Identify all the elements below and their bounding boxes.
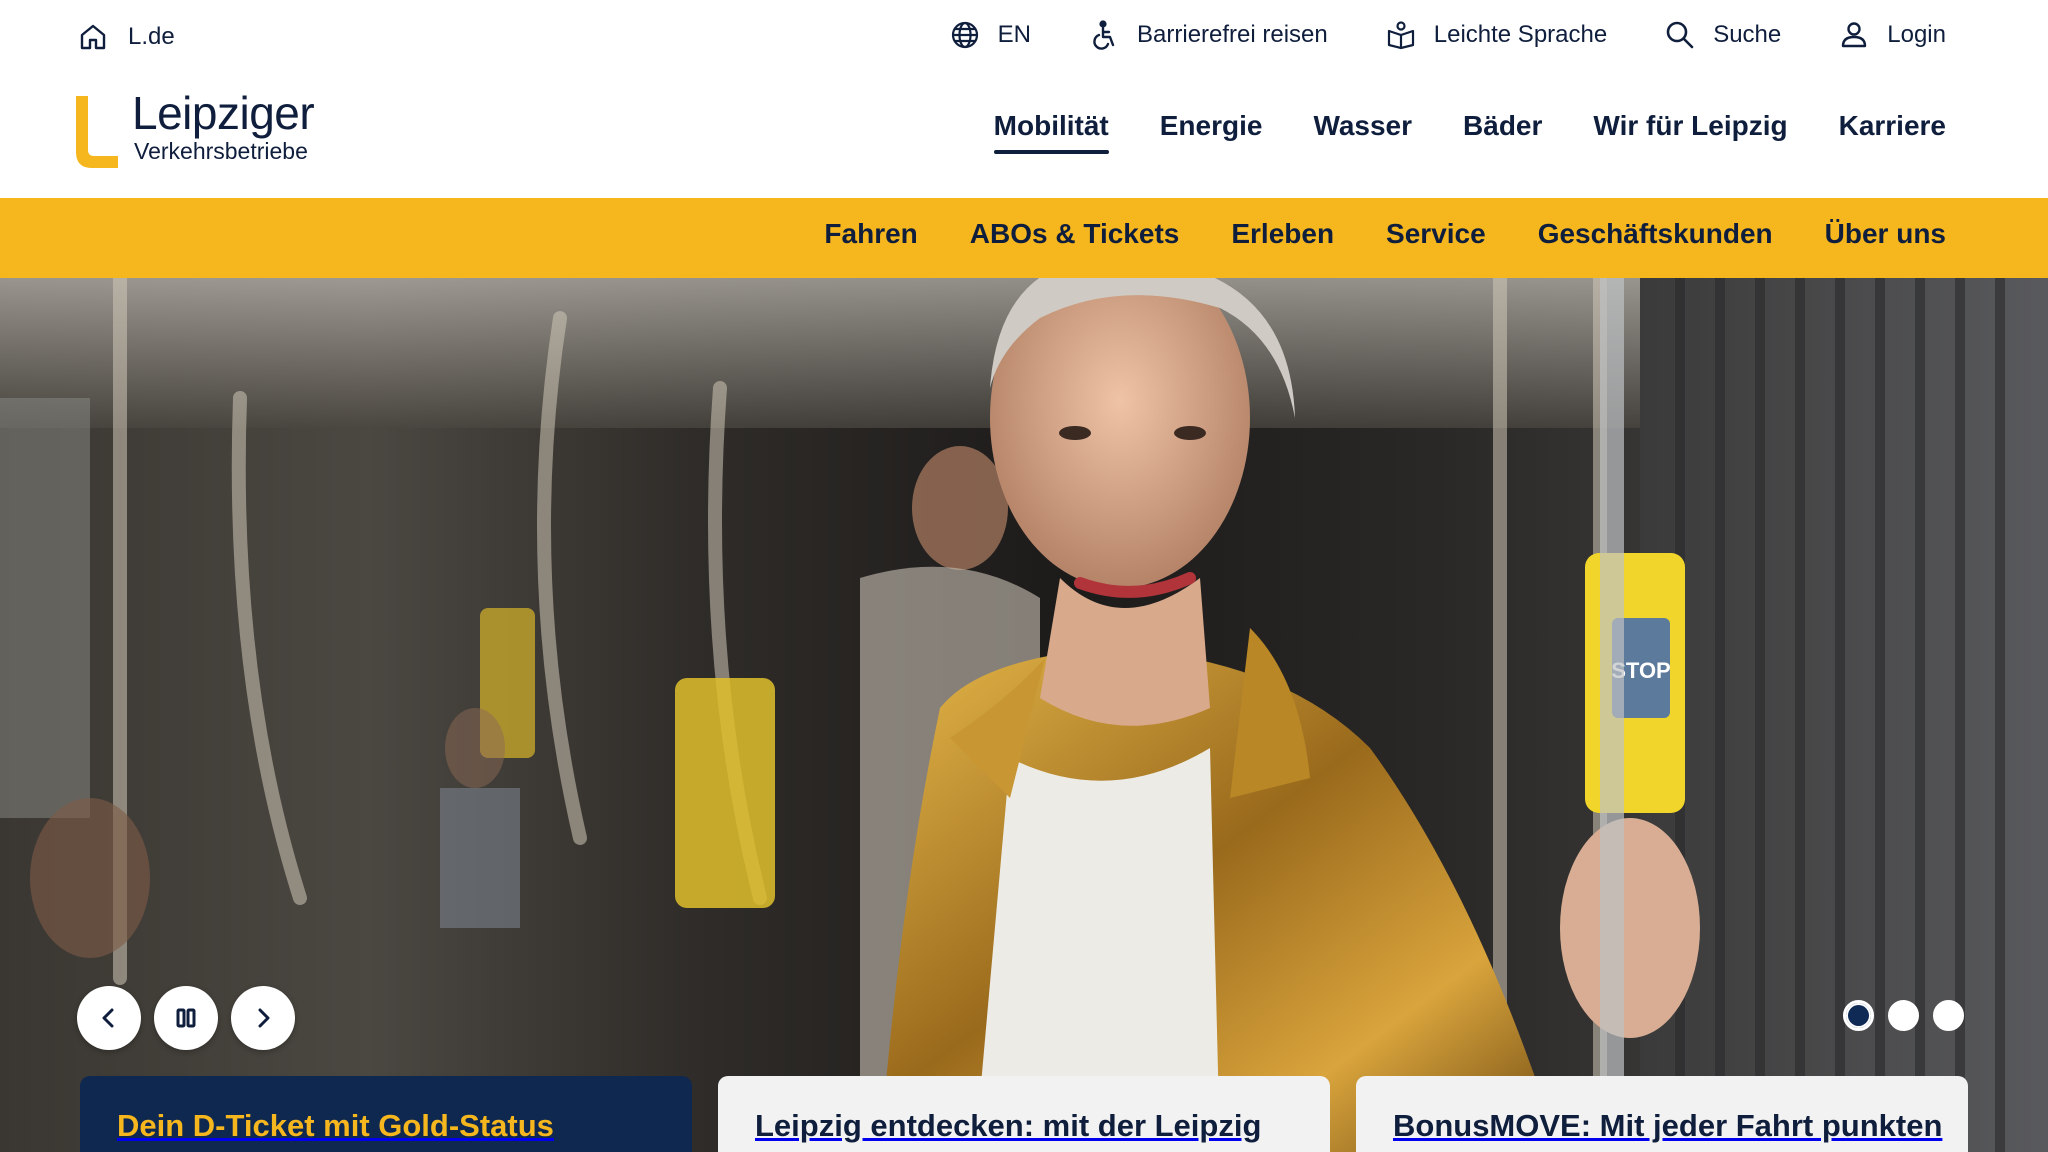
accessible-travel-link[interactable]: Barrierefrei reisen — [1087, 18, 1328, 52]
hero-image: STOP — [0, 278, 2048, 1152]
user-icon — [1837, 18, 1871, 52]
home-link-label: L.de — [128, 23, 175, 50]
sub-nav-service[interactable]: Service — [1386, 218, 1486, 250]
sub-nav-list: Fahren ABOs & Tickets Erleben Service Ge… — [824, 218, 1946, 250]
logo-wordmark: Leipziger — [132, 87, 315, 139]
easy-language-icon — [1384, 18, 1418, 52]
teaser-title: Leipzig entdecken: mit der Leipzig — [755, 1108, 1262, 1143]
slider-dot-2[interactable] — [1888, 1000, 1919, 1031]
sub-nav-erleben[interactable]: Erleben — [1231, 218, 1334, 250]
language-label: EN — [997, 21, 1032, 48]
main-nav-wir-fuer-leipzig[interactable]: Wir für Leipzig — [1593, 110, 1787, 154]
login-link[interactable]: Login — [1837, 18, 1946, 52]
sub-nav-ueber-uns[interactable]: Über uns — [1825, 218, 1946, 250]
slider-prev-button[interactable] — [77, 986, 141, 1050]
language-switch[interactable]: EN — [948, 18, 1031, 52]
sub-nav-geschaeftskunden[interactable]: Geschäftskunden — [1538, 218, 1773, 250]
slider-pause-button[interactable] — [154, 986, 218, 1050]
main-nav-baeder[interactable]: Bäder — [1463, 110, 1542, 154]
accessible-travel-label: Barrierefrei reisen — [1137, 21, 1328, 48]
sub-nav: Fahren ABOs & Tickets Erleben Service Ge… — [0, 198, 2048, 278]
main-nav: Mobilität Energie Wasser Bäder Wir für L… — [993, 110, 1946, 154]
sub-nav-fahren[interactable]: Fahren — [824, 218, 917, 250]
globe-icon — [948, 18, 982, 52]
hero-slider: STOP Dein D-Ticket mit Gold-Status Leipz… — [0, 278, 2048, 1152]
pause-icon — [176, 1008, 196, 1028]
slider-dot-3[interactable] — [1933, 1000, 1964, 1031]
easy-language-link[interactable]: Leichte Sprache — [1384, 18, 1607, 52]
search-label: Suche — [1713, 21, 1782, 48]
chevron-right-icon — [258, 1008, 270, 1028]
teaser-card-d-ticket[interactable]: Dein D-Ticket mit Gold-Status — [80, 1076, 692, 1152]
teaser-cards: Dein D-Ticket mit Gold-Status Leipzig en… — [80, 1076, 1968, 1152]
easy-language-label: Leichte Sprache — [1433, 21, 1608, 48]
sub-nav-abos-tickets[interactable]: ABOs & Tickets — [970, 218, 1180, 250]
logo[interactable]: Leipziger Verkehrsbetriebe — [76, 87, 336, 172]
utility-bar: L.de EN Barrierefrei reisen Leichte Spra… — [0, 0, 2048, 74]
teaser-title: BonusMOVE: Mit jeder Fahrt punkten — [1393, 1108, 1943, 1143]
home-link[interactable]: L.de — [76, 20, 175, 54]
main-nav-mobilitaet[interactable]: Mobilität — [993, 110, 1109, 154]
chevron-left-icon — [102, 1008, 114, 1028]
teaser-card-leipzig-entdecken[interactable]: Leipzig entdecken: mit der Leipzig — [718, 1076, 1330, 1152]
logo-mark-icon — [76, 96, 118, 168]
search-link[interactable]: Suche — [1663, 18, 1781, 52]
slider-dot-1[interactable] — [1843, 1000, 1874, 1031]
main-nav-energie[interactable]: Energie — [1160, 110, 1263, 154]
main-header: Leipziger Verkehrsbetriebe Mobilität Ene… — [0, 74, 2048, 198]
slider-next-button[interactable] — [231, 986, 295, 1050]
wheelchair-icon — [1087, 18, 1121, 52]
login-label: Login — [1887, 21, 1946, 48]
teaser-card-bonusmove[interactable]: BonusMOVE: Mit jeder Fahrt punkten — [1356, 1076, 1968, 1152]
search-icon — [1663, 18, 1697, 52]
teaser-title: Dein D-Ticket mit Gold-Status — [117, 1108, 554, 1143]
main-nav-karriere[interactable]: Karriere — [1839, 110, 1946, 154]
slider-pagination — [1843, 1000, 1964, 1031]
logo-subline: Verkehrsbetriebe — [134, 138, 308, 164]
main-nav-wasser[interactable]: Wasser — [1313, 110, 1412, 154]
utility-links: EN Barrierefrei reisen Leichte Sprache S… — [948, 18, 1946, 52]
home-icon — [76, 20, 110, 54]
